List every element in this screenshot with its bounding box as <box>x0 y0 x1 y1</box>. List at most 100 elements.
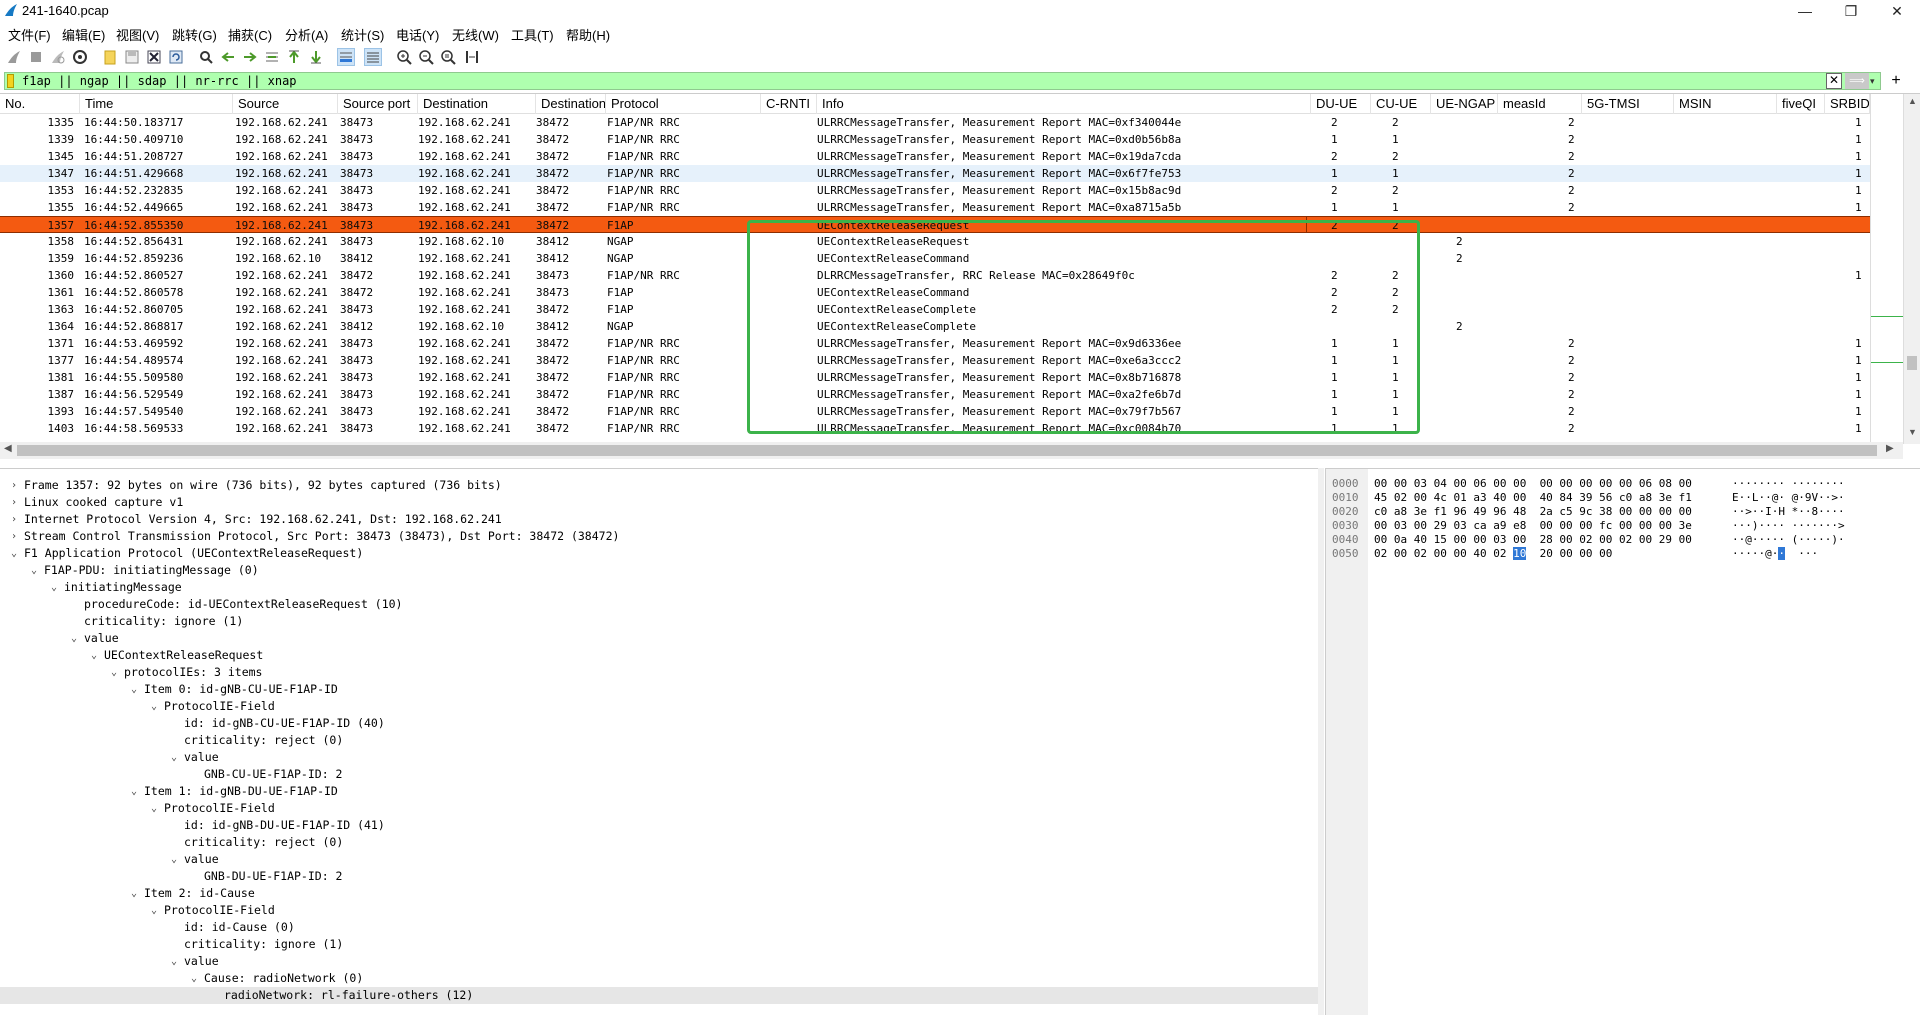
stop-icon[interactable] <box>27 48 45 66</box>
last-packet-icon[interactable] <box>307 48 325 66</box>
packet-row[interactable]: 1347 16:44:51.429668 192.168.62.241 38473 19… <box>0 165 1870 182</box>
tree-item[interactable]: procedureCode: id-UEContextReleaseReques… <box>0 596 1318 613</box>
menu-capture[interactable]: 捕获(C) <box>228 25 272 44</box>
column-header-ue-ngap[interactable]: UE-NGAP <box>1431 94 1498 114</box>
menu-help[interactable]: 帮助(H) <box>566 25 610 44</box>
expand-arrow-icon[interactable]: › <box>8 494 20 511</box>
minimize-button[interactable]: — <box>1782 0 1828 22</box>
tree-item[interactable]: ⌄ ProtocolIE-Field <box>0 902 1318 919</box>
tree-item[interactable]: ⌄ value <box>0 953 1318 970</box>
packet-row[interactable]: 1358 16:44:52.856431 192.168.62.241 38473 19… <box>0 233 1870 250</box>
tree-item[interactable]: GNB-CU-UE-F1AP-ID: 2 <box>0 766 1318 783</box>
tree-item[interactable]: › Stream Control Transmission Protocol, S… <box>0 528 1318 545</box>
tree-item[interactable]: criticality: reject (0) <box>0 834 1318 851</box>
column-header-time[interactable]: Time <box>80 94 233 114</box>
tree-item[interactable]: ⌄ F1AP-PDU: initiatingMessage (0) <box>0 562 1318 579</box>
collapse-arrow-icon[interactable]: ⌄ <box>48 579 60 596</box>
close-file-icon[interactable] <box>145 48 163 66</box>
options-gear-icon[interactable] <box>71 48 89 66</box>
tree-item[interactable]: › Frame 1357: 92 bytes on wire (736 bits)… <box>0 477 1318 494</box>
tree-item[interactable]: criticality: ignore (1) <box>0 613 1318 630</box>
menu-edit[interactable]: 编辑(E) <box>62 25 105 44</box>
packet-minimap[interactable] <box>1870 94 1904 442</box>
column-header-source-port[interactable]: Source port <box>338 94 418 114</box>
column-header-cu-ue[interactable]: CU-UE <box>1371 94 1431 114</box>
colorize-icon[interactable] <box>364 48 382 66</box>
column-header-measid[interactable]: measId <box>1498 94 1582 114</box>
filter-history-dropdown-icon[interactable]: ▾ <box>1870 73 1880 89</box>
column-header-destination[interactable]: Destination <box>418 94 536 114</box>
collapse-arrow-icon[interactable]: ⌄ <box>168 851 180 868</box>
column-header-no[interactable]: No. <box>0 94 80 114</box>
packet-row[interactable]: 1403 16:44:58.569533 192.168.62.241 38473 19… <box>0 420 1870 437</box>
tree-item[interactable]: ⌄ ProtocolIE-Field <box>0 800 1318 817</box>
reload-icon[interactable] <box>167 48 185 66</box>
menu-tools[interactable]: 工具(T) <box>511 25 554 44</box>
collapse-arrow-icon[interactable]: ⌄ <box>28 562 40 579</box>
collapse-arrow-icon[interactable]: ⌄ <box>128 783 140 800</box>
expand-arrow-icon[interactable]: › <box>8 528 20 545</box>
filter-bookmark-icon[interactable] <box>7 74 14 88</box>
tree-item[interactable]: ⌄ value <box>0 749 1318 766</box>
packet-row[interactable]: 1377 16:44:54.489574 192.168.62.241 38473 19… <box>0 352 1870 369</box>
packet-row[interactable]: 1361 16:44:52.860578 192.168.62.241 38472 19… <box>0 284 1870 301</box>
collapse-arrow-icon[interactable]: ⌄ <box>88 647 100 664</box>
collapse-arrow-icon[interactable]: ⌄ <box>8 545 20 562</box>
packet-list-vertical-scrollbar[interactable]: ▲ ▼ <box>1903 94 1920 444</box>
tree-item[interactable]: › Linux cooked capture v1 <box>0 494 1318 511</box>
hex-line[interactable]: 0010 45 02 00 4c 01 a3 40 00 40 84 39 56 … <box>1326 491 1920 505</box>
tree-item[interactable]: ⌄ Item 1: id-gNB-DU-UE-F1AP-ID <box>0 783 1318 800</box>
packet-row[interactable]: 1335 16:44:50.183717 192.168.62.241 38473 19… <box>0 114 1870 131</box>
hex-line[interactable]: 0030 00 03 00 29 03 ca a9 e8 00 00 00 fc … <box>1326 519 1920 533</box>
menu-statistics[interactable]: 统计(S) <box>341 25 384 44</box>
tree-item[interactable]: ⌄ Cause: radioNetwork (0) <box>0 970 1318 987</box>
column-header-msin[interactable]: MSIN <box>1674 94 1777 114</box>
expand-arrow-icon[interactable]: › <box>8 477 20 494</box>
shark-fin-start-icon[interactable] <box>5 48 23 66</box>
autoscroll-icon[interactable] <box>337 48 355 66</box>
tree-item[interactable]: ⌄ Item 2: id-Cause <box>0 885 1318 902</box>
tree-item[interactable]: criticality: ignore (1) <box>0 936 1318 953</box>
hex-line[interactable]: 0050 02 00 02 00 00 40 02 10 20 00 00 00 ·… <box>1326 547 1920 561</box>
tree-item[interactable]: › Internet Protocol Version 4, Src: 192.1… <box>0 511 1318 528</box>
packet-row[interactable]: 1353 16:44:52.232835 192.168.62.241 38473 19… <box>0 182 1870 199</box>
tree-item[interactable]: GNB-DU-UE-F1AP-ID: 2 <box>0 868 1318 885</box>
collapse-arrow-icon[interactable]: ⌄ <box>128 885 140 902</box>
packet-row[interactable]: 1371 16:44:53.469592 192.168.62.241 38473 19… <box>0 335 1870 352</box>
open-folder-icon[interactable] <box>101 48 119 66</box>
column-header-srbid[interactable]: SRBID <box>1825 94 1870 114</box>
zoom-in-icon[interactable] <box>395 48 413 66</box>
column-header-info[interactable]: Info <box>817 94 1311 114</box>
column-header-protocol[interactable]: Protocol <box>606 94 761 114</box>
zoom-normal-icon[interactable] <box>439 48 457 66</box>
menu-go[interactable]: 跳转(G) <box>172 25 217 44</box>
tree-item[interactable]: radioNetwork: rl-failure-others (12) <box>0 987 1318 1004</box>
save-file-icon[interactable] <box>123 48 141 66</box>
details-scrollbar[interactable] <box>1318 468 1324 1015</box>
close-button[interactable]: ✕ <box>1874 0 1920 22</box>
packet-list-scroll-thumb[interactable] <box>1907 356 1917 370</box>
collapse-arrow-icon[interactable]: ⌄ <box>188 970 200 987</box>
tree-item[interactable]: id: id-gNB-DU-UE-F1AP-ID (41) <box>0 817 1318 834</box>
tree-item[interactable]: id: id-gNB-CU-UE-F1AP-ID (40) <box>0 715 1318 732</box>
column-header-fiveqi[interactable]: fiveQI <box>1777 94 1825 114</box>
column-header-source[interactable]: Source <box>233 94 338 114</box>
resize-columns-icon[interactable] <box>463 48 481 66</box>
collapse-arrow-icon[interactable]: ⌄ <box>68 630 80 647</box>
tree-item[interactable]: ⌄ UEContextReleaseRequest <box>0 647 1318 664</box>
packet-row[interactable]: 1357 16:44:52.855350 192.168.62.241 38473 19… <box>0 216 1870 234</box>
packet-row[interactable]: 1364 16:44:52.868817 192.168.62.241 38412 19… <box>0 318 1870 335</box>
tree-item[interactable]: criticality: reject (0) <box>0 732 1318 749</box>
packet-row[interactable]: 1345 16:44:51.208727 192.168.62.241 38473 19… <box>0 148 1870 165</box>
apply-filter-button[interactable]: ⟹ <box>1845 73 1869 89</box>
go-to-packet-icon[interactable] <box>263 48 281 66</box>
packet-row[interactable]: 1355 16:44:52.449665 192.168.62.241 38473 19… <box>0 199 1870 216</box>
tree-item[interactable]: id: id-Cause (0) <box>0 919 1318 936</box>
column-header-du-ue[interactable]: DU-UE <box>1311 94 1371 114</box>
column-header-destination-port[interactable]: Destination <box>536 94 606 114</box>
find-icon[interactable] <box>197 48 215 66</box>
packet-list-horizontal-scrollbar[interactable]: ◀ ▶ <box>0 442 1903 459</box>
tree-item[interactable]: ⌄ value <box>0 630 1318 647</box>
collapse-arrow-icon[interactable]: ⌄ <box>148 698 160 715</box>
packet-row[interactable]: 1381 16:44:55.509580 192.168.62.241 38473 19… <box>0 369 1870 386</box>
